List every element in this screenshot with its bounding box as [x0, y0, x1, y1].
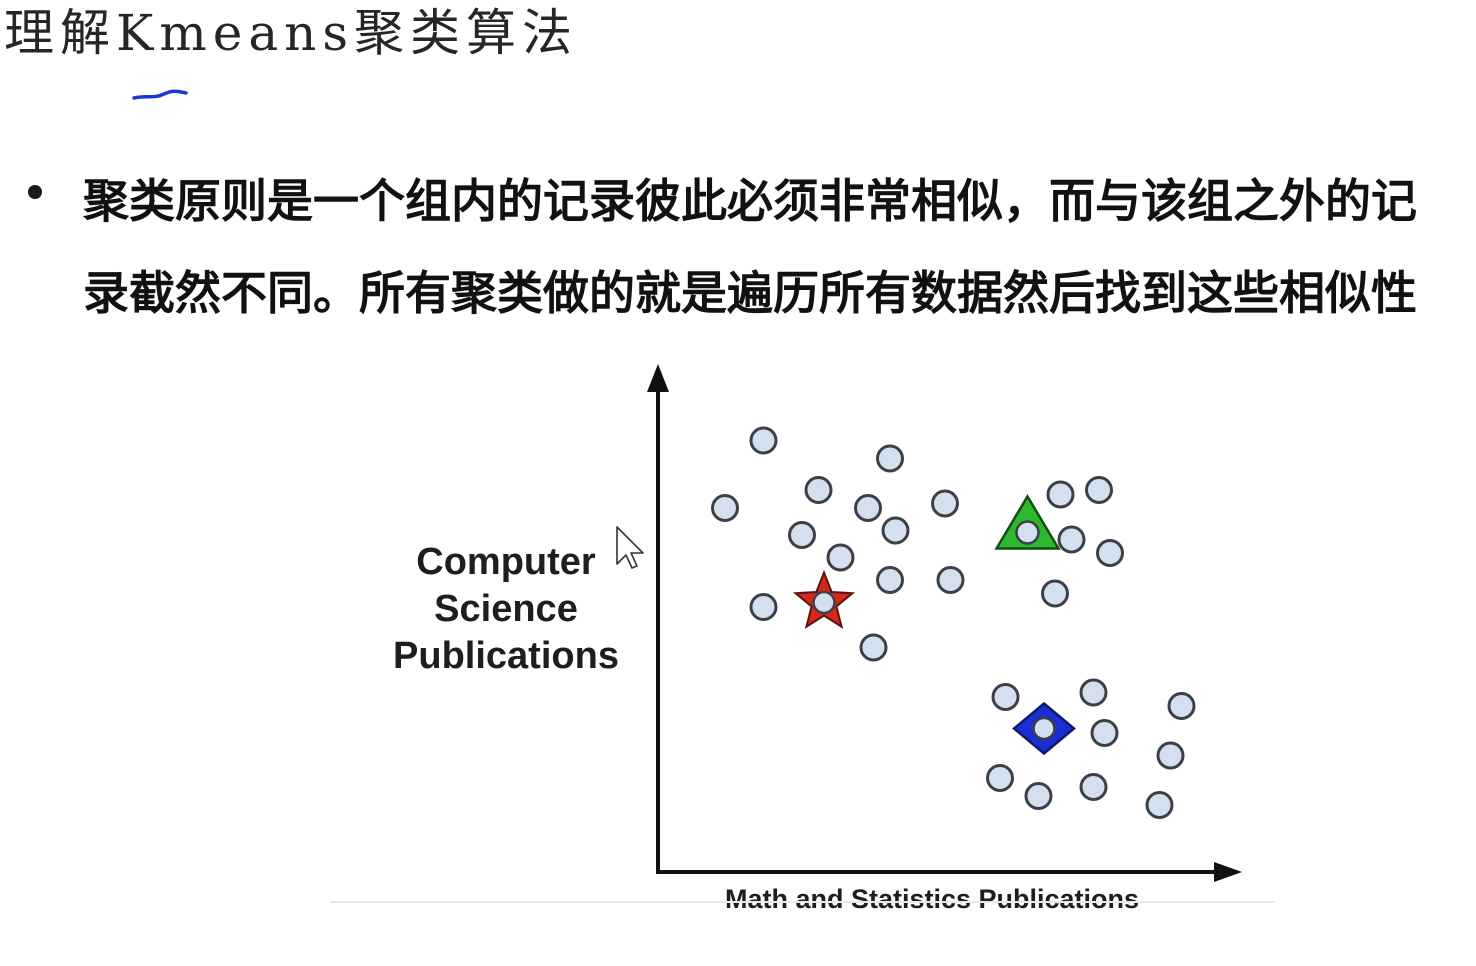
- y-axis-label: Computer Science Publications: [393, 541, 619, 677]
- data-point: [1096, 539, 1124, 567]
- y-axis-arrow-icon: [647, 364, 669, 392]
- data-point: [859, 633, 888, 662]
- data-point: [749, 426, 778, 455]
- data-point: [1090, 719, 1119, 747]
- data-point: [749, 593, 778, 621]
- data-point: [876, 444, 904, 473]
- data-point: [986, 764, 1014, 792]
- data-point: [826, 543, 855, 572]
- data-point: [1079, 773, 1108, 801]
- data-point: [1046, 480, 1075, 509]
- centroids: [792, 494, 1076, 756]
- y-axis-label-line: Science: [434, 588, 578, 630]
- x-axis-label: Math and Statistics Publications: [725, 884, 1139, 914]
- pen-annotation-mark: [132, 89, 188, 100]
- mouse-cursor-icon: [616, 526, 644, 569]
- data-point: [854, 494, 882, 522]
- data-point: [936, 566, 965, 594]
- data-point: [1085, 476, 1113, 504]
- x-axis-arrow-icon: [1214, 862, 1242, 882]
- data-point: [1145, 791, 1174, 819]
- centroid-triangle-point: [1015, 520, 1040, 545]
- data-point: [1024, 782, 1053, 810]
- data-point: [1041, 579, 1069, 608]
- data-point: [1057, 525, 1086, 554]
- centroid-star-point: [812, 590, 836, 615]
- data-points: [711, 426, 1196, 819]
- bullet-dot: [28, 185, 42, 199]
- data-point: [711, 494, 739, 522]
- data-point: [876, 566, 904, 594]
- data-point: [931, 489, 959, 518]
- cursor-layer: [616, 526, 644, 569]
- data-point: [1079, 678, 1108, 707]
- y-axis-label-line: Publications: [393, 635, 619, 677]
- page-title: 理解Kmeans聚类算法: [4, 4, 579, 62]
- data-point: [1167, 692, 1196, 720]
- data-point: [881, 516, 910, 545]
- scatter-chart: Computer Science Publications Math and S…: [330, 364, 1275, 914]
- data-point: [1156, 741, 1185, 770]
- bullet-text: 聚类原则是一个组内的记录彼此必须非常相似，而与该组之外的记录截然不同。所有聚类做…: [83, 174, 1417, 320]
- data-point: [804, 476, 833, 504]
- data-point: [788, 521, 816, 549]
- centroid-diamond-point: [1032, 716, 1056, 741]
- y-axis-label-line: Computer: [416, 541, 596, 583]
- data-point: [991, 683, 1020, 711]
